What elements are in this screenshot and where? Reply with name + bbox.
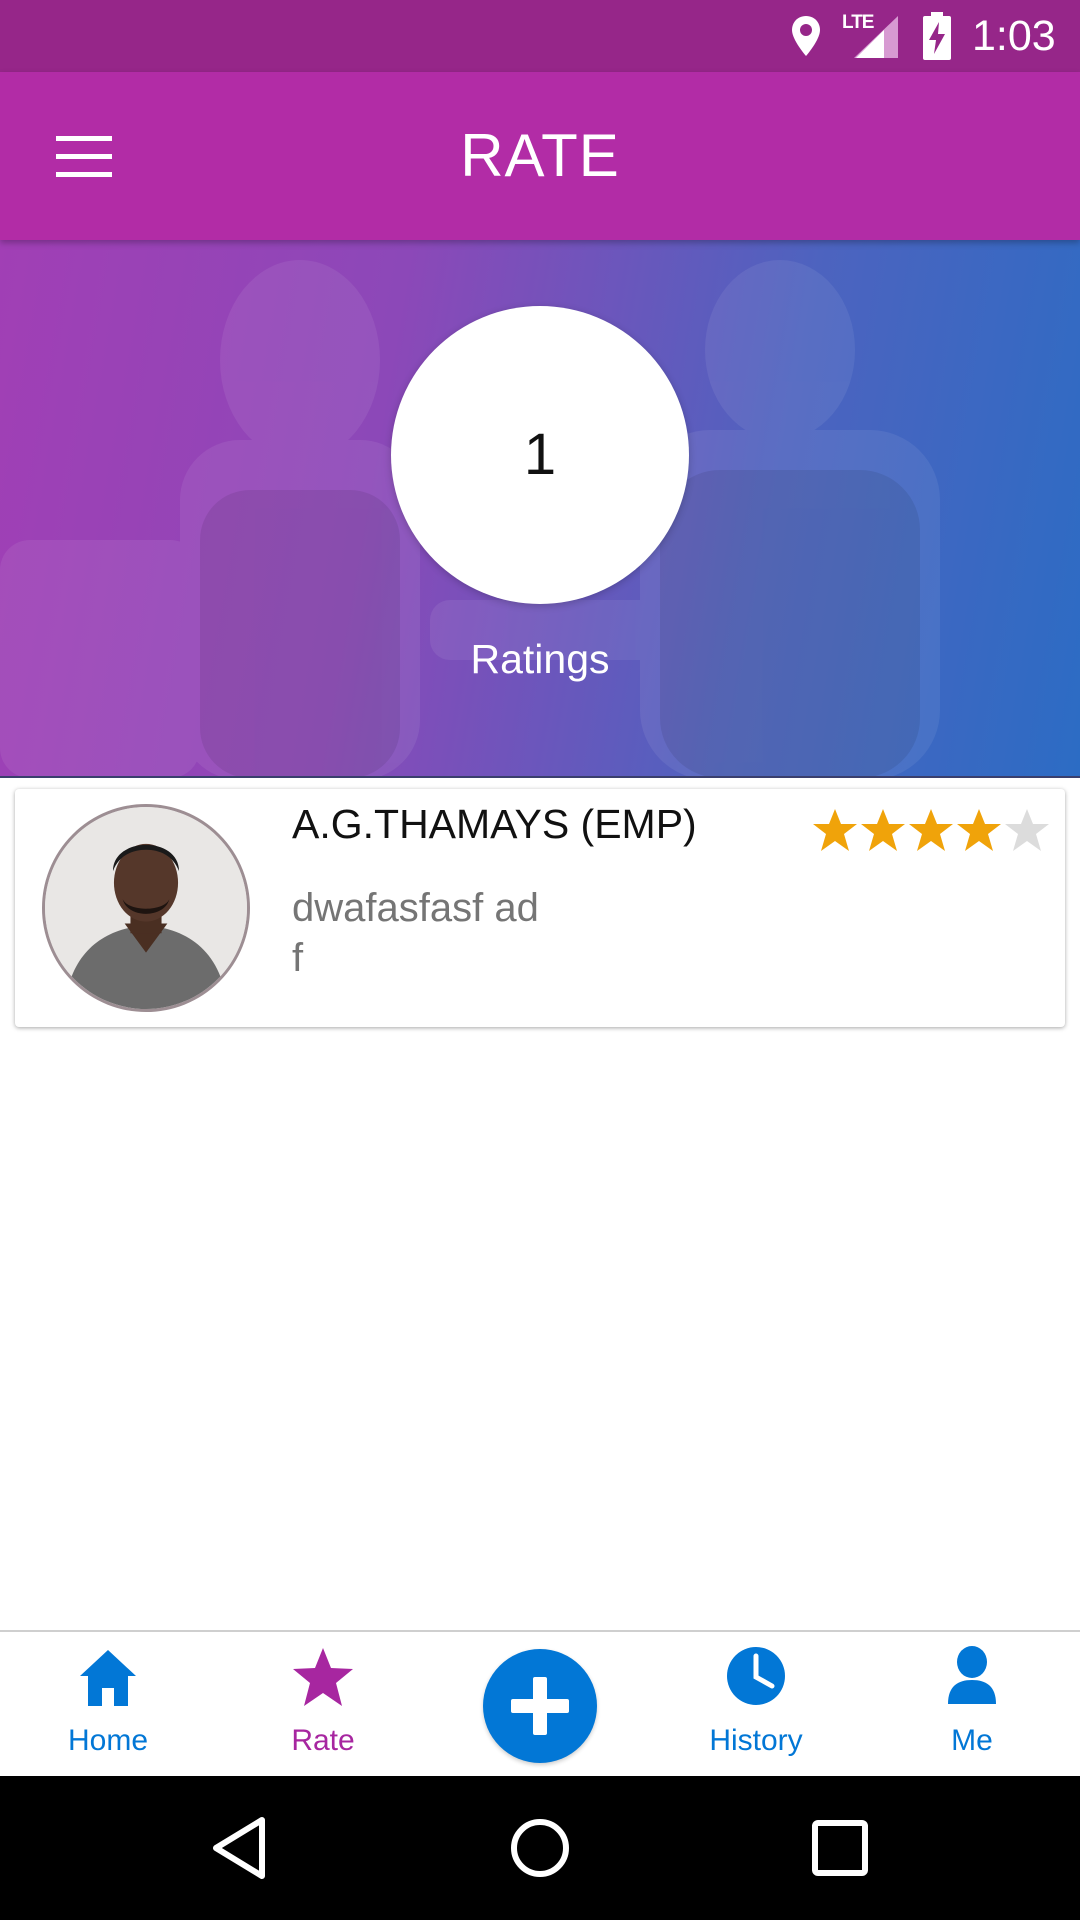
star-filled-icon <box>813 809 857 851</box>
person-icon <box>948 1646 996 1704</box>
system-navigation-bar <box>0 1776 1080 1920</box>
battery-charging-icon <box>923 12 951 60</box>
ratings-count-circle: 1 <box>391 306 689 604</box>
ratings-count-label: Ratings <box>470 636 610 682</box>
signal-icon <box>854 16 898 58</box>
avatar <box>42 804 250 1012</box>
nav-label-history: History <box>709 1724 803 1757</box>
status-bar: LTE 1:03 <box>0 0 1080 72</box>
page-title: RATE <box>460 122 620 189</box>
nav-label-home: Home <box>67 1724 149 1757</box>
rating-comment: dwafasfasf ad f <box>292 886 539 980</box>
star-filled-icon <box>861 809 905 851</box>
star-filled-icon <box>957 809 1001 851</box>
app-bar: RATE <box>0 72 1080 240</box>
clock-icon <box>727 1647 785 1705</box>
nav-item-rate[interactable]: Rate <box>238 1632 408 1778</box>
employee-name: A.G.THAMAYS (EMP) <box>292 801 697 847</box>
location-icon <box>792 16 820 56</box>
back-icon[interactable] <box>204 1812 276 1884</box>
bottom-navigation: Home Rate History Me <box>0 1630 1080 1776</box>
employee-photo <box>45 807 247 1009</box>
nav-label-me: Me <box>951 1724 993 1757</box>
nav-item-home[interactable]: Home <box>23 1632 193 1778</box>
nav-item-history[interactable]: History <box>671 1632 841 1778</box>
home-circle-icon[interactable] <box>504 1812 576 1884</box>
recents-icon[interactable] <box>804 1812 876 1884</box>
ratings-summary-banner: 1 Ratings <box>0 240 1080 778</box>
rating-card[interactable]: A.G.THAMAYS (EMP) dwafasfasf ad f <box>15 789 1065 1027</box>
star-icon <box>293 1648 353 1706</box>
home-icon <box>80 1650 136 1706</box>
star-filled-icon <box>909 809 953 851</box>
star-empty-icon <box>1005 809 1049 851</box>
rate-screen: LTE 1:03 RATE 1 Ratings A.G.THAMAYS (EMP… <box>0 0 1080 1920</box>
star-rating <box>811 806 1051 854</box>
ratings-count-value: 1 <box>523 422 557 487</box>
nav-item-me[interactable]: Me <box>887 1632 1057 1778</box>
nav-label-rate: Rate <box>291 1724 355 1757</box>
add-button[interactable] <box>483 1649 597 1763</box>
clock-time: 1:03 <box>972 12 1056 60</box>
